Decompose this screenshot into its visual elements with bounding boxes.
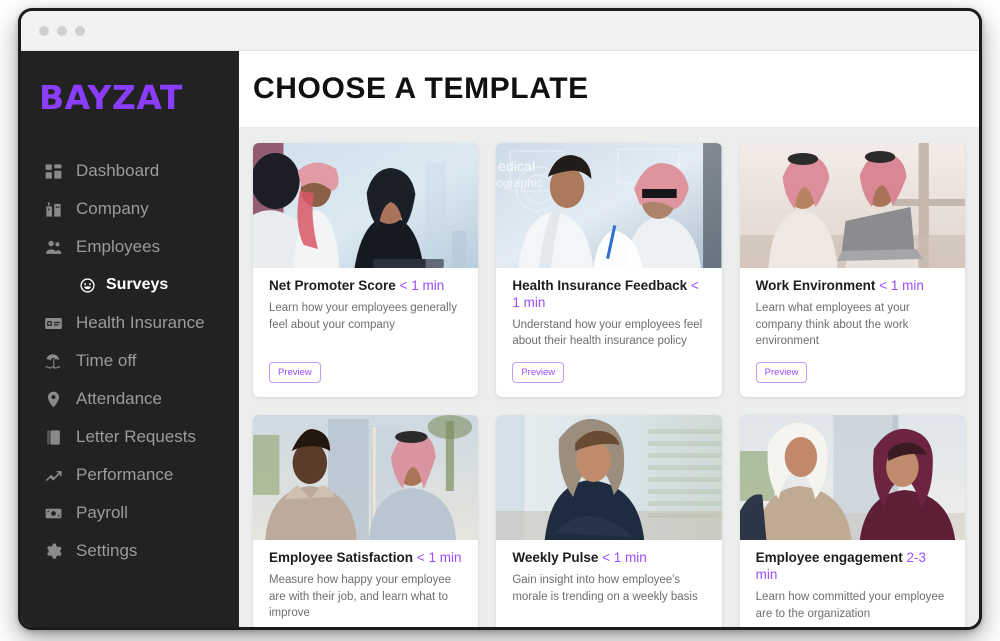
bayzat-logo[interactable]: BAYZAT: [21, 75, 239, 114]
template-card-body: Work Environment < 1 min Learn what emplo…: [740, 268, 965, 350]
template-card-footer: Preview: [740, 350, 965, 397]
sidebar-item-letter-requests[interactable]: Letter Requests: [21, 418, 239, 456]
sidebar-item-label: Health Insurance: [76, 313, 205, 332]
template-card-footer: Preview: [496, 350, 721, 397]
sidebar-item-label: Time off: [76, 351, 137, 370]
building-icon: [43, 199, 63, 219]
people-icon: [43, 237, 63, 257]
smiley-face-icon: [77, 275, 97, 295]
template-card-footer: Preview: [253, 350, 478, 397]
sidebar-item-settings[interactable]: Settings: [21, 532, 239, 570]
template-card[interactable]: Work Environment < 1 min Learn what emplo…: [739, 143, 965, 398]
preview-button[interactable]: Preview: [755, 362, 808, 384]
photo-two-men-outdoors-city: [253, 415, 479, 541]
sidebar-item-dashboard[interactable]: Dashboard: [21, 152, 239, 190]
template-card-footer: Preview: [740, 622, 965, 627]
photo-two-colleagues-tablet: [253, 143, 479, 268]
template-card-footer: Preview: [253, 622, 478, 627]
sidebar-item-attendance[interactable]: Attendance: [21, 380, 239, 418]
photo-two-men-with-laptop: [739, 143, 965, 268]
template-card[interactable]: Employee engagement 2-3 min Learn how com…: [739, 415, 965, 627]
template-card-title: Work Environment < 1 min: [756, 278, 949, 295]
template-card[interactable]: Weekly Pulse < 1 min Gain insight into ho…: [496, 415, 722, 627]
money-icon: [43, 503, 63, 523]
template-card-description: Learn how committed your employee are to…: [755, 590, 945, 620]
photo-doctor-with-patient: edical ographic: [496, 143, 722, 268]
sidebar-item-label: Employees: [76, 237, 161, 256]
template-card-body: Net Promoter Score < 1 min Learn how your…: [253, 268, 478, 350]
template-card-title: Employee Satisfaction < 1 min: [269, 550, 462, 567]
sidebar-item-label: Surveys: [106, 276, 169, 293]
template-title-text: Net Promoter Score: [269, 278, 396, 293]
template-card-description: Understand how your employees feel about…: [512, 318, 703, 348]
sidebar-item-surveys[interactable]: Surveys: [21, 266, 239, 304]
template-card-title: Weekly Pulse < 1 min: [512, 550, 705, 567]
browser-window-mockup: BAYZAT Dashboard Company Employees Surveys H…: [18, 8, 982, 630]
template-title-text: Work Environment: [755, 278, 876, 293]
trending-up-icon: [43, 465, 63, 485]
template-card-body: Health Insurance Feedback < 1 min Underst…: [496, 268, 721, 350]
template-duration-badge: < 1 min: [399, 278, 445, 293]
template-card-body: Employee engagement 2-3 min Learn how com…: [740, 540, 965, 622]
minimize-dot[interactable]: [57, 26, 67, 36]
sidebar-item-performance[interactable]: Performance: [21, 456, 239, 494]
template-card-description: Gain insight into how employee's morale …: [512, 573, 698, 603]
template-grid: Net Promoter Score < 1 min Learn how your…: [239, 127, 979, 627]
beach-umbrella-icon: [43, 351, 63, 371]
template-card-title: Health Insurance Feedback < 1 min: [512, 278, 705, 312]
window-titlebar: [21, 11, 979, 51]
close-dot[interactable]: [39, 26, 49, 36]
sidebar-item-label: Letter Requests: [76, 427, 197, 446]
sidebar-item-label: Company: [76, 199, 149, 218]
sidebar-item-label: Dashboard: [76, 161, 160, 180]
template-title-text: Employee Satisfaction: [269, 550, 414, 566]
page-header: CHOOSE A TEMPLATE: [239, 51, 979, 127]
preview-button[interactable]: Preview: [512, 362, 565, 384]
dashboard-icon: [43, 161, 63, 181]
template-card-title: Net Promoter Score < 1 min: [269, 278, 462, 295]
template-duration-badge: < 1 min: [602, 550, 647, 566]
sidebar-item-payroll[interactable]: Payroll: [21, 494, 239, 532]
sidebar-item-label: Attendance: [76, 389, 163, 408]
sidebar-item-employees[interactable]: Employees: [21, 228, 239, 266]
template-duration-badge: < 1 min: [416, 550, 462, 566]
sidebar-item-company[interactable]: Company: [21, 190, 239, 228]
sidebar: BAYZAT Dashboard Company Employees Surveys H…: [21, 51, 239, 627]
window-controls: [39, 26, 85, 36]
template-title-text: Weekly Pulse: [512, 550, 599, 566]
template-card[interactable]: Employee Satisfaction < 1 min Measure how…: [253, 415, 479, 627]
photo-woman-arms-crossed-office: [496, 415, 722, 541]
template-card-footer: Preview: [496, 622, 721, 627]
template-card[interactable]: edical ographic Health Insurance Feedbac…: [496, 143, 722, 398]
map-pin-icon: [43, 389, 63, 409]
sidebar-item-health-insurance[interactable]: Health Insurance: [21, 304, 239, 342]
sidebar-item-time-off[interactable]: Time off: [21, 342, 239, 380]
maximize-dot[interactable]: [75, 26, 85, 36]
preview-button[interactable]: Preview: [269, 362, 321, 384]
template-card-description: Learn what employees at your company thi…: [755, 301, 910, 348]
sidebar-item-label: Settings: [76, 541, 138, 560]
svg-text:edical: edical: [498, 158, 535, 174]
template-card-title: Employee engagement 2-3 min: [756, 550, 949, 584]
template-card-description: Learn how your employees generally feel …: [269, 301, 457, 331]
sidebar-item-label: Performance: [76, 465, 174, 484]
document-icon: [43, 427, 63, 447]
insurance-card-icon: [43, 313, 63, 333]
template-title-text: Employee engagement: [755, 550, 903, 566]
template-card[interactable]: Net Promoter Score < 1 min Learn how your…: [253, 143, 479, 398]
page-title: CHOOSE A TEMPLATE: [253, 72, 589, 105]
photo-two-women-talking: [739, 415, 965, 541]
template-card-body: Employee Satisfaction < 1 min Measure how…: [253, 540, 478, 622]
template-duration-badge: < 1 min: [879, 278, 924, 293]
template-card-body: Weekly Pulse < 1 min Gain insight into ho…: [496, 540, 721, 622]
main-content: CHOOSE A TEMPLATE Net Promoter Score < 1…: [239, 51, 979, 627]
gear-icon: [43, 541, 63, 561]
sidebar-nav: Dashboard Company Employees Surveys Health I…: [21, 152, 239, 570]
svg-text:ographic: ographic: [496, 176, 543, 190]
sidebar-item-label: Payroll: [76, 503, 128, 522]
template-card-description: Measure how happy your employee are with…: [269, 573, 452, 620]
template-title-text: Health Insurance Feedback: [512, 278, 688, 293]
